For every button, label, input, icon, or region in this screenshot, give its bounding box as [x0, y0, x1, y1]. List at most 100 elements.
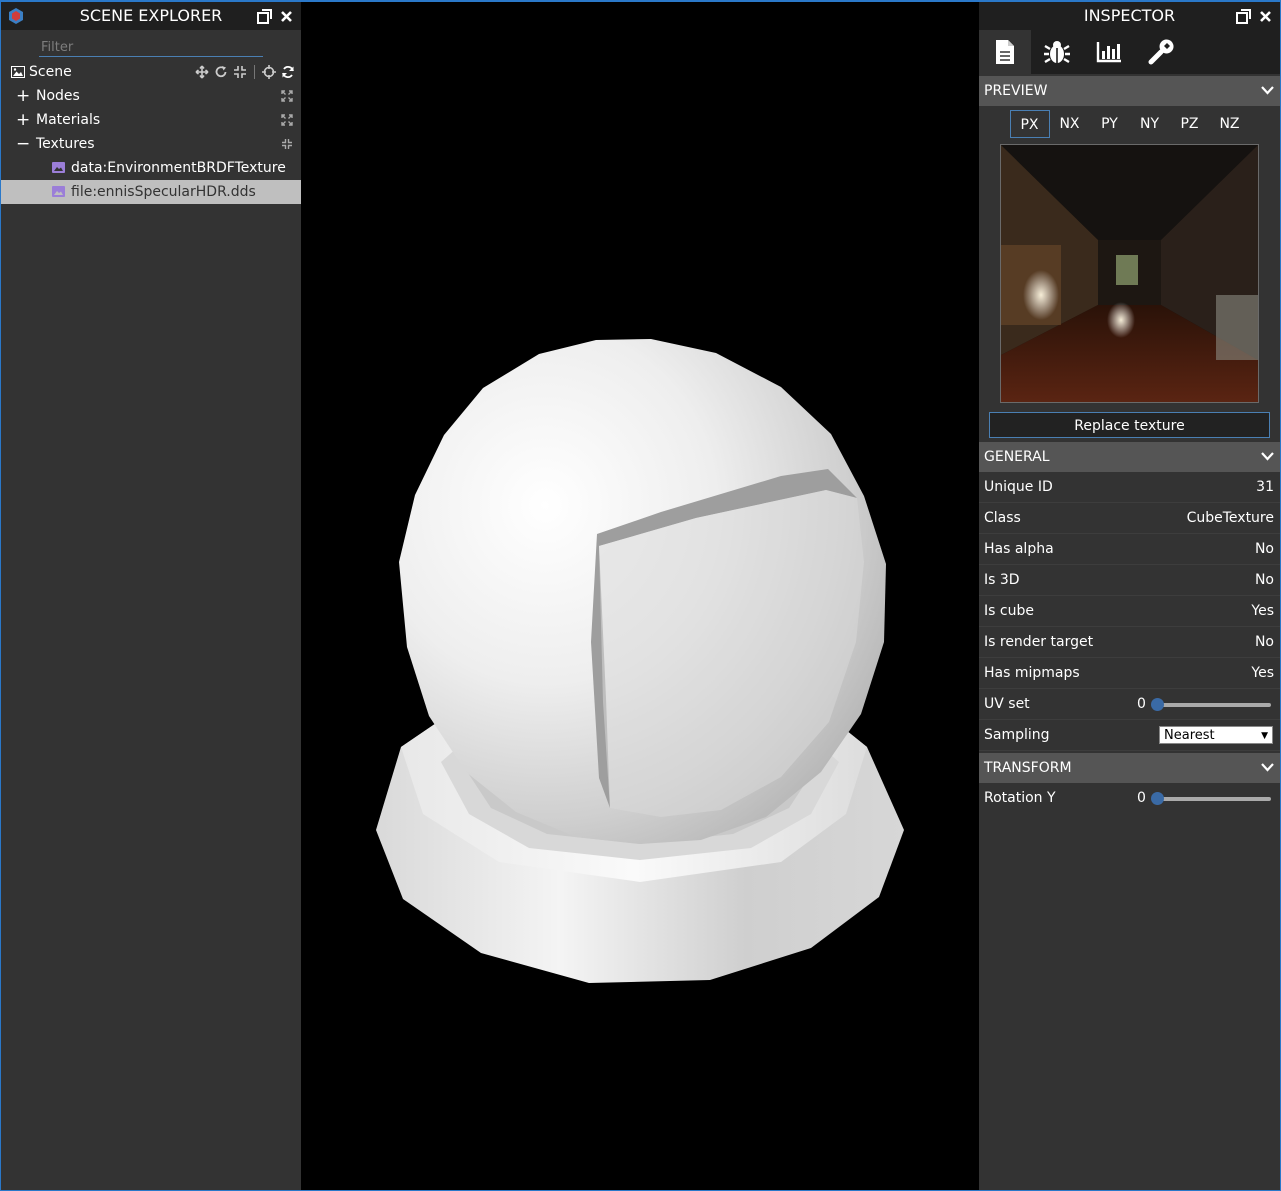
- prop-label: Has mipmaps: [984, 665, 1080, 681]
- rotation-y-slider-track[interactable]: [1155, 797, 1271, 801]
- statistics-icon: [1096, 42, 1121, 63]
- texture-label: file:ennisSpecularHDR.dds: [71, 184, 256, 200]
- tab-debug[interactable]: [1031, 30, 1083, 74]
- expand-all-icon[interactable]: [281, 114, 293, 126]
- prop-label: Is cube: [984, 603, 1034, 619]
- nodes-label: Nodes: [36, 88, 80, 104]
- section-preview-header[interactable]: PREVIEW: [979, 76, 1280, 106]
- prop-has-mipmaps: Has mipmaps Yes: [979, 658, 1280, 689]
- replace-texture-button[interactable]: Replace texture: [989, 412, 1270, 438]
- prop-rotation-y: Rotation Y 0: [979, 783, 1280, 813]
- prop-uv-set: UV set 0: [979, 689, 1280, 720]
- collapse-icon[interactable]: −: [16, 132, 30, 156]
- refresh-icon[interactable]: [281, 65, 295, 79]
- dropdown-arrow-icon: ▼: [1261, 731, 1268, 741]
- explorer-header: SCENE EXPLORER: [1, 2, 301, 30]
- inspector-tabs: [979, 30, 1280, 74]
- tree-row-scene[interactable]: Scene: [1, 60, 301, 84]
- properties-icon: [996, 40, 1014, 64]
- textures-label: Textures: [36, 136, 95, 152]
- prop-value: 31: [1256, 479, 1274, 495]
- prop-label: Unique ID: [984, 479, 1053, 495]
- face-tab-nx[interactable]: NX: [1050, 110, 1090, 138]
- prop-label: Rotation Y: [984, 790, 1056, 806]
- chevron-down-icon: [1261, 452, 1274, 461]
- material-preview-sphere: [376, 339, 904, 983]
- section-transform-header[interactable]: TRANSFORM: [979, 753, 1280, 783]
- rotate-gizmo-icon[interactable]: [214, 65, 228, 79]
- texture-icon: [52, 186, 65, 197]
- prop-sampling: Sampling Nearest ▼: [979, 720, 1280, 751]
- expand-all-icon[interactable]: [281, 90, 293, 102]
- texture-icon: [52, 162, 65, 173]
- texture-preview-image: [1001, 145, 1258, 402]
- inspector-title: INSPECTOR: [1083, 6, 1176, 25]
- render-canvas[interactable]: [301, 2, 979, 1190]
- prop-is-render-target: Is render target No: [979, 627, 1280, 658]
- tools-icon: [1148, 39, 1174, 65]
- prop-class: Class CubeTexture: [979, 503, 1280, 534]
- face-tab-nz[interactable]: NZ: [1210, 110, 1250, 138]
- face-tab-py[interactable]: PY: [1090, 110, 1130, 138]
- debug-icon: [1044, 41, 1070, 64]
- tree-row-materials[interactable]: + Materials: [1, 108, 301, 132]
- sampling-selected-value: Nearest: [1164, 728, 1215, 743]
- scene-label: Scene: [29, 64, 72, 80]
- tab-properties[interactable]: [979, 30, 1031, 74]
- prop-label: Class: [984, 510, 1021, 526]
- texture-preview: [1000, 144, 1259, 403]
- prop-value: No: [1254, 634, 1274, 650]
- tree-row-texture[interactable]: data:EnvironmentBRDFTexture: [1, 156, 301, 180]
- close-icon[interactable]: [1259, 10, 1272, 23]
- explorer-title: SCENE EXPLORER: [79, 6, 223, 25]
- prop-has-alpha: Has alpha No: [979, 534, 1280, 565]
- target-icon[interactable]: [262, 65, 276, 79]
- prop-label: Is render target: [984, 634, 1094, 650]
- section-preview-title: PREVIEW: [984, 83, 1048, 99]
- prop-is-3d: Is 3D No: [979, 565, 1280, 596]
- rotation-y-value: 0: [1137, 790, 1146, 806]
- chevron-down-icon: [1261, 86, 1274, 95]
- prop-value: Yes: [1251, 665, 1274, 681]
- expand-icon[interactable]: +: [16, 84, 30, 108]
- close-icon[interactable]: [280, 10, 293, 23]
- rotation-y-slider-thumb[interactable]: [1151, 792, 1164, 805]
- tree-row-texture-selected[interactable]: file:ennisSpecularHDR.dds: [1, 180, 301, 204]
- scene-explorer-pane: SCENE EXPLORER Scene: [1, 2, 301, 1190]
- face-tab-px[interactable]: PX: [1009, 110, 1050, 138]
- expand-icon[interactable]: +: [16, 108, 30, 132]
- materials-label: Materials: [36, 112, 101, 128]
- cube-face-tabs: PX NX PY NY PZ NZ: [979, 106, 1280, 140]
- face-tab-ny[interactable]: NY: [1130, 110, 1170, 138]
- prop-label: Has alpha: [984, 541, 1054, 557]
- tab-tools[interactable]: [1135, 30, 1187, 74]
- inspector-pane: INSPECTOR PREVIEW PX NX PY NY PZ NZ Repl…: [979, 2, 1280, 1190]
- filter-input[interactable]: [39, 38, 263, 57]
- prop-unique-id: Unique ID 31: [979, 472, 1280, 503]
- prop-label: Sampling: [984, 727, 1050, 743]
- collapse-all-icon[interactable]: [281, 138, 293, 150]
- tree-row-nodes[interactable]: + Nodes: [1, 84, 301, 108]
- inspector-header: INSPECTOR: [979, 2, 1280, 30]
- tab-statistics[interactable]: [1083, 30, 1135, 74]
- sampling-select[interactable]: Nearest ▼: [1159, 726, 1273, 744]
- popout-icon[interactable]: [1236, 8, 1251, 24]
- uv-set-slider-track[interactable]: [1155, 703, 1271, 707]
- prop-value: CubeTexture: [1186, 510, 1274, 526]
- section-general-title: GENERAL: [984, 449, 1050, 465]
- uv-set-slider-thumb[interactable]: [1151, 698, 1164, 711]
- translate-gizmo-icon[interactable]: [195, 65, 209, 79]
- popout-icon[interactable]: [257, 8, 272, 24]
- tree-row-textures[interactable]: − Textures: [1, 132, 301, 156]
- section-general-header[interactable]: GENERAL: [979, 442, 1280, 472]
- scale-gizmo-icon[interactable]: [233, 65, 247, 79]
- prop-value: No: [1254, 541, 1274, 557]
- image-icon: [11, 66, 25, 78]
- prop-value: Yes: [1251, 603, 1274, 619]
- section-transform-title: TRANSFORM: [984, 760, 1072, 776]
- face-tab-pz[interactable]: PZ: [1170, 110, 1210, 138]
- prop-value: No: [1254, 572, 1274, 588]
- prop-is-cube: Is cube Yes: [979, 596, 1280, 627]
- texture-label: data:EnvironmentBRDFTexture: [71, 160, 286, 176]
- prop-label: Is 3D: [984, 572, 1020, 588]
